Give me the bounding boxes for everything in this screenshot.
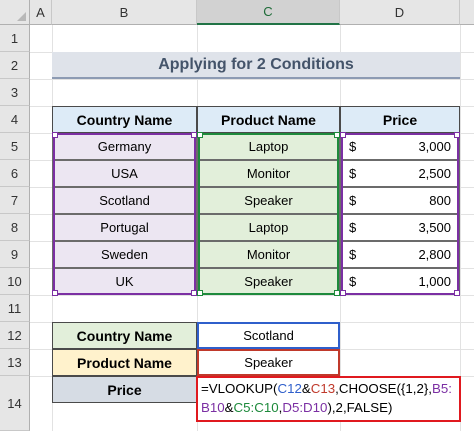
formula-line-1: =VLOOKUP(C12&C13,CHOOSE({1,2},B5: — [201, 379, 456, 398]
formula-ref-c13: C13 — [310, 381, 336, 396]
formula-token: ,CHOOSE({1,2}, — [335, 381, 432, 396]
column-header-d[interactable]: D — [340, 0, 460, 25]
cell-product[interactable]: Laptop — [197, 133, 340, 160]
row-header-7[interactable]: 7 — [0, 187, 30, 214]
cell-country[interactable]: UK — [52, 268, 197, 295]
cell-country[interactable]: USA — [52, 160, 197, 187]
input-product-c13[interactable]: Speaker — [197, 349, 340, 376]
price-value: 3,000 — [418, 139, 451, 154]
select-all-corner[interactable] — [0, 0, 30, 25]
cell-price[interactable]: $1,000 — [340, 268, 460, 295]
row-header-4[interactable]: 4 — [0, 106, 30, 133]
row-header-1[interactable]: 1 — [0, 25, 30, 52]
currency-symbol: $ — [349, 166, 357, 181]
column-header-e[interactable] — [460, 0, 474, 25]
row-header-11[interactable]: 11 — [0, 295, 30, 322]
formula-line-2: B10&C5:C10,D5:D10),2,FALSE) — [201, 398, 456, 417]
row-header-5[interactable]: 5 — [0, 133, 30, 160]
formula-ref-c12: C12 — [277, 381, 302, 396]
cell-price[interactable]: $2,800 — [340, 241, 460, 268]
row-header-8[interactable]: 8 — [0, 214, 30, 241]
formula-edit-cell[interactable]: =VLOOKUP(C12&C13,CHOOSE({1,2},B5: B10&C5… — [196, 376, 461, 422]
price-value: 800 — [429, 193, 451, 208]
row-header-9[interactable]: 9 — [0, 241, 30, 268]
cell-product[interactable]: Monitor — [197, 241, 340, 268]
price-value: 3,500 — [418, 220, 451, 235]
column-header-b[interactable]: B — [52, 0, 197, 25]
row-header-14[interactable]: 14 — [0, 376, 30, 431]
label-product-name[interactable]: Product Name — [52, 349, 197, 376]
cell-country[interactable]: Sweden — [52, 241, 197, 268]
cell-price[interactable]: $3,500 — [340, 214, 460, 241]
currency-symbol: $ — [349, 139, 357, 154]
cell-product[interactable]: Speaker — [197, 187, 340, 214]
formula-ref-b5: B5: — [431, 381, 452, 396]
currency-symbol: $ — [349, 193, 357, 208]
cell-product[interactable]: Monitor — [197, 160, 340, 187]
cell-country[interactable]: Germany — [52, 133, 197, 160]
row-header-12[interactable]: 12 — [0, 322, 30, 349]
row-header-2[interactable]: 2 — [0, 52, 30, 79]
formula-ref-b10: B10 — [201, 400, 225, 415]
row-header-10[interactable]: 10 — [0, 268, 30, 295]
cell-price[interactable]: $3,000 — [340, 133, 460, 160]
cell-product[interactable]: Laptop — [197, 214, 340, 241]
cell-product[interactable]: Speaker — [197, 268, 340, 295]
column-header-c[interactable]: C — [197, 0, 340, 25]
formula-token: & — [224, 400, 234, 415]
row-header-13[interactable]: 13 — [0, 349, 30, 376]
formula-ref-d5-d10: D5:D10 — [282, 400, 328, 415]
formula-ref-c5-c10: C5:C10 — [233, 400, 279, 415]
label-price[interactable]: Price — [52, 376, 197, 403]
header-price[interactable]: Price — [340, 106, 460, 133]
sheet-title[interactable]: Applying for 2 Conditions — [52, 52, 460, 79]
cell-price[interactable]: $2,500 — [340, 160, 460, 187]
currency-symbol: $ — [349, 220, 357, 235]
input-country-c12[interactable]: Scotland — [197, 322, 340, 349]
cell-country[interactable]: Portugal — [52, 214, 197, 241]
cell-price[interactable]: $800 — [340, 187, 460, 214]
header-product-name[interactable]: Product Name — [197, 106, 340, 133]
currency-symbol: $ — [349, 247, 357, 262]
cell-country[interactable]: Scotland — [52, 187, 197, 214]
label-country-name[interactable]: Country Name — [52, 322, 197, 349]
row-header-6[interactable]: 6 — [0, 160, 30, 187]
formula-token: =VLOOKUP( — [201, 381, 278, 396]
currency-symbol: $ — [349, 274, 357, 289]
price-value: 2,500 — [418, 166, 451, 181]
formula-token: & — [301, 381, 311, 396]
column-header-a[interactable]: A — [30, 0, 52, 25]
price-value: 1,000 — [418, 274, 451, 289]
price-value: 2,800 — [418, 247, 451, 262]
row-header-3[interactable]: 3 — [0, 79, 30, 106]
header-country-name[interactable]: Country Name — [52, 106, 197, 133]
formula-token: ),2,FALSE) — [327, 400, 393, 415]
